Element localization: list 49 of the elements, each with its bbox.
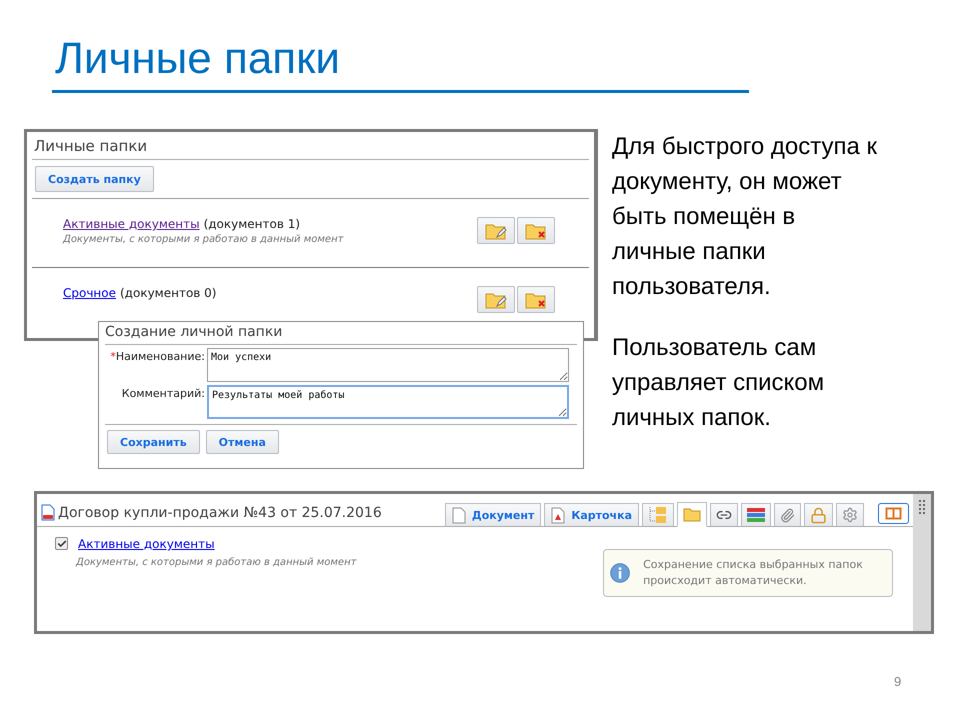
folder-icon: [683, 508, 701, 522]
panel-title: Личные папки: [32, 132, 589, 160]
field-label: *Наименование:: [109, 349, 205, 365]
tab[interactable]: [710, 503, 738, 526]
folder-description: Документы, с которыми я работаю в данный момент: [63, 234, 344, 245]
tab[interactable]: Карточка: [544, 503, 639, 526]
folder-edit-icon: [485, 222, 507, 240]
folder-delete-icon: [525, 222, 547, 240]
book-icon: [885, 507, 902, 520]
slide-paragraph: Для быстрого доступа к документу, он может быть помещён в личные папки пользователя.: [612, 132, 878, 302]
notice-text: Сохранение списка выбранных папок происходит автоматически.: [643, 557, 864, 589]
scrollbar[interactable]: [913, 494, 931, 631]
edit-folder-button[interactable]: [477, 286, 515, 313]
edit-folder-button[interactable]: [477, 217, 515, 244]
tab[interactable]: Документ: [444, 503, 542, 526]
folder-edit-icon: [485, 290, 507, 308]
slide-paragraph: Пользователь сам управляет списком личных папок.: [612, 333, 826, 433]
field-label: Комментарий:: [120, 386, 205, 402]
document-count: (документов 1): [204, 217, 300, 231]
window-title: Договор купли-продажи №43 от 25.07.2016: [58, 504, 382, 520]
folder-link[interactable]: Активные документы: [63, 217, 200, 231]
tab[interactable]: [774, 503, 801, 526]
lock-icon: [810, 506, 827, 524]
text-field[interactable]: Результаты моей работы: [207, 385, 569, 419]
paperclip-icon: [780, 508, 795, 522]
checkbox[interactable]: [55, 537, 68, 550]
save-button[interactable]: Сохранить: [107, 430, 200, 454]
folder-link[interactable]: Срочное: [63, 286, 116, 300]
settings-icon: [842, 507, 858, 523]
layout-toggle-button[interactable]: [878, 503, 909, 524]
folder-description: Документы, с которыми я работаю в данный момент: [76, 557, 356, 568]
grip-icon: [919, 500, 925, 516]
card-icon: [551, 506, 566, 524]
tab[interactable]: [741, 503, 771, 526]
document-icon: [41, 504, 55, 521]
cancel-button[interactable]: Отмена: [206, 430, 279, 454]
folder-delete-icon: [525, 290, 547, 308]
page-icon: [452, 506, 466, 524]
delete-folder-button[interactable]: [517, 217, 555, 244]
page-number: 9: [894, 674, 902, 689]
slide-title: Личные папки: [55, 33, 341, 85]
dialog-title: Создание личной папки: [105, 322, 577, 345]
create-folder-button[interactable]: Создать папку: [35, 166, 154, 192]
folder-tree-icon: [648, 506, 668, 524]
colored-bars-icon: [747, 508, 765, 522]
document-count: (документов 0): [120, 286, 216, 300]
text-field[interactable]: Мои успехи: [207, 348, 569, 382]
folder-link[interactable]: Активные документы: [78, 537, 215, 551]
delete-folder-button[interactable]: [517, 286, 555, 313]
